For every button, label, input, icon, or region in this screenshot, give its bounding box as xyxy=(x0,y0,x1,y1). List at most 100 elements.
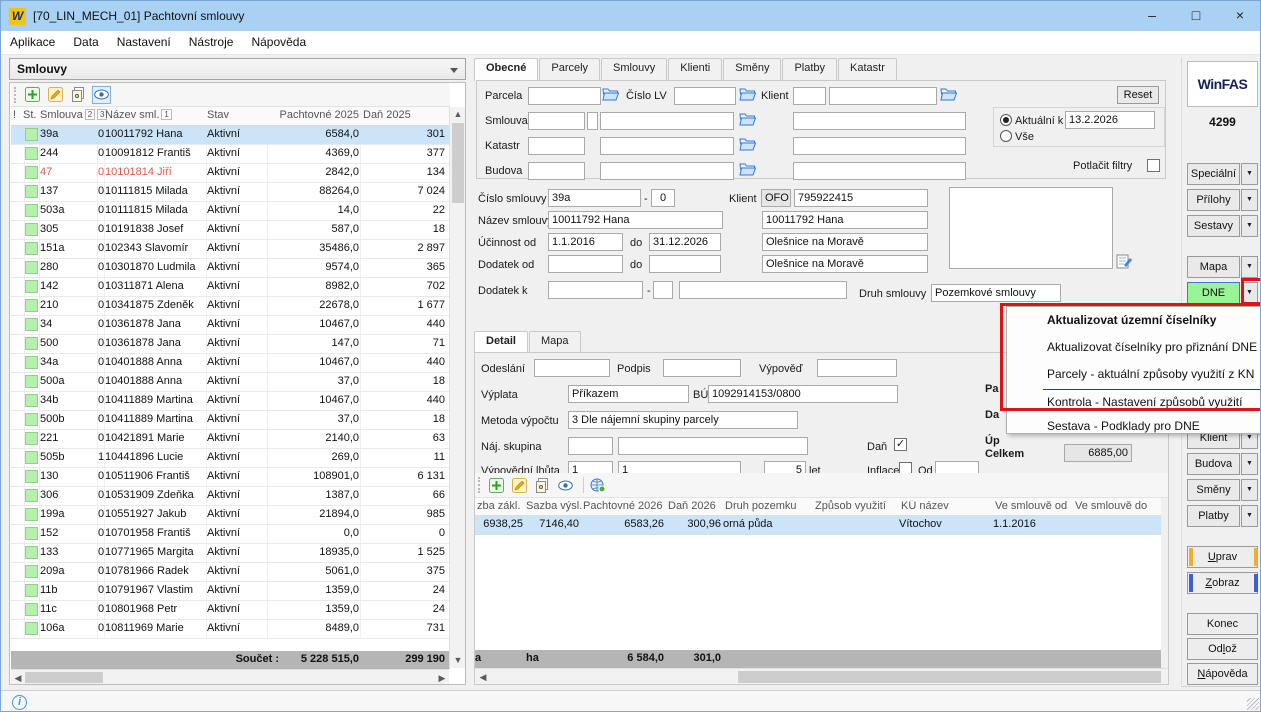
budova-folder-icon[interactable] xyxy=(739,162,756,177)
chevron-down-icon[interactable]: ▼ xyxy=(1241,215,1258,237)
edit-icon[interactable] xyxy=(46,86,65,104)
note-edit-icon[interactable] xyxy=(1116,253,1132,269)
view-icon[interactable] xyxy=(92,86,111,104)
klient-id-input[interactable]: 795922415 xyxy=(794,189,928,207)
chevron-down-icon[interactable]: ▼ xyxy=(1241,163,1258,185)
table-row[interactable]: 137010111815 MiladaAktivní88264,07 024 xyxy=(11,183,450,202)
tab-detail-mapa[interactable]: Mapa xyxy=(529,331,581,353)
smlouva-folder-icon[interactable] xyxy=(739,112,756,127)
table-row[interactable]: 500b010411889 MartinaAktivní37,018 xyxy=(11,411,450,430)
katastr-input-1[interactable] xyxy=(528,137,585,155)
dodatek-od-input[interactable] xyxy=(548,255,623,273)
chevron-down-icon[interactable]: ▼ xyxy=(1241,256,1258,278)
ucinnost-od-input[interactable]: 1.1.2016 xyxy=(548,233,623,251)
table-row[interactable]: 209a010781966 RadekAktivní5061,0375 xyxy=(11,563,450,582)
add-icon[interactable] xyxy=(487,476,506,494)
menu-item-4[interactable]: Sestava - Podklady pro DNE xyxy=(1007,419,1261,433)
sidebar-button-label[interactable]: Směny xyxy=(1187,479,1240,501)
table-row[interactable]: 47010101814 JiříAktivní2842,0134 xyxy=(11,164,450,183)
scroll-right-icon[interactable]: ▶ xyxy=(437,673,447,684)
tab-smny[interactable]: Směny xyxy=(723,58,781,80)
sidebar-button-label[interactable]: Sestavy xyxy=(1187,215,1240,237)
sidebar-button-label[interactable]: Speciální xyxy=(1187,163,1240,185)
adresa-field-2[interactable]: Olešnice na Moravě xyxy=(762,255,928,273)
chevron-down-icon[interactable]: ▼ xyxy=(1241,479,1258,501)
smlouva-input-2[interactable] xyxy=(587,112,598,130)
parcels-table-header[interactable]: zba zákl.Sazba výsl.Pachtovné 2026Daň 20… xyxy=(475,498,1161,516)
table-row[interactable]: 210010341875 ZdeněkAktivní22678,01 677 xyxy=(11,297,450,316)
adresa-field-1[interactable]: Olešnice na Moravě xyxy=(762,233,928,251)
scroll-up-icon[interactable]: ▲ xyxy=(450,109,466,119)
sidebar-budova-button[interactable]: Budova▼ xyxy=(1187,453,1258,475)
table-row[interactable]: 221010421891 MarieAktivní2140,063 xyxy=(11,430,450,449)
reset-button[interactable]: Reset xyxy=(1117,86,1159,104)
tab-detail-detail[interactable]: Detail xyxy=(474,331,528,354)
smlouva-right-input[interactable] xyxy=(793,112,966,130)
celkem-field[interactable]: 6885,00 xyxy=(1064,444,1132,462)
copy-icon[interactable] xyxy=(533,476,552,494)
contracts-table-header[interactable]: !St.Smlouva23Název sml.1StavPachtovné 20… xyxy=(11,107,450,126)
smlouva-input-1[interactable] xyxy=(528,112,585,130)
klient-nazev-field[interactable]: 10011792 Hana xyxy=(762,211,928,229)
add-icon[interactable] xyxy=(23,86,42,104)
aktualni-date-input[interactable]: 13.2.2026 xyxy=(1065,111,1155,129)
minimize-button[interactable]: – xyxy=(1130,1,1174,31)
view-selector-combobox[interactable]: Smlouvy xyxy=(9,58,466,80)
table-row[interactable]: 34a010401888 AnnaAktivní10467,0440 xyxy=(11,354,450,373)
tab-smlouvy[interactable]: Smlouvy xyxy=(601,58,667,80)
vypoved-input[interactable] xyxy=(817,359,897,377)
contract-note-textarea[interactable] xyxy=(949,187,1113,269)
sidebar-smny-button[interactable]: Směny▼ xyxy=(1187,479,1258,501)
parcela-folder-icon[interactable] xyxy=(602,87,619,102)
sidebar-button-label[interactable]: Mapa xyxy=(1187,256,1240,278)
sidebar-button-label[interactable]: Platby xyxy=(1187,505,1240,527)
table-row[interactable]: 500a010401888 AnnaAktivní37,018 xyxy=(11,373,450,392)
table-row[interactable]: 244010091812 FrantišAktivní4369,0377 xyxy=(11,145,450,164)
sidebar-mapa-button[interactable]: Mapa▼ xyxy=(1187,256,1258,278)
table-row[interactable]: 505b110441896 LucieAktivní269,011 xyxy=(11,449,450,468)
sidebar-odlo-button[interactable]: Odlož xyxy=(1187,638,1258,660)
sidebar-button-label[interactable]: Přílohy xyxy=(1187,189,1240,211)
tab-klienti[interactable]: Klienti xyxy=(668,58,722,80)
table-row[interactable]: 503a010111815 MiladaAktivní14,022 xyxy=(11,202,450,221)
resize-grip-icon[interactable] xyxy=(1247,698,1259,710)
table-row[interactable]: 133010771965 MargitaAktivní18935,01 525 xyxy=(11,544,450,563)
maximize-button[interactable]: □ xyxy=(1174,1,1218,31)
parcela-input[interactable] xyxy=(528,87,601,105)
menu-item-2[interactable]: Nastavení xyxy=(108,31,180,55)
chevron-down-icon[interactable]: ▼ xyxy=(1241,453,1258,475)
sidebar-plohy-button[interactable]: Přílohy▼ xyxy=(1187,189,1258,211)
table-row[interactable]: 130010511906 FrantišAktivní108901,06 131 xyxy=(11,468,450,487)
dodatek-k-suffix-input[interactable] xyxy=(653,281,673,299)
smlouva-input-3[interactable] xyxy=(600,112,734,130)
parcels-table-row[interactable]: 6938,257146,406583,26300,96orná půdaVíto… xyxy=(475,516,1161,535)
klient-folder-icon[interactable] xyxy=(940,87,957,102)
table-row[interactable]: 106a010811969 MarieAktivní8489,0731 xyxy=(11,620,450,639)
podpis-input[interactable] xyxy=(663,359,741,377)
bu-input[interactable]: 1092914153/0800 xyxy=(708,385,898,403)
cislo-smlouvy-suffix-input[interactable]: 0 xyxy=(651,189,675,207)
druh-smlouvy-input[interactable]: Pozemkové smlouvy xyxy=(931,284,1061,302)
menu-item-3[interactable]: Nástroje xyxy=(180,31,243,55)
table-row[interactable]: 39a010011792 HanaAktivní6584,0301 xyxy=(11,126,450,145)
dodatek-k-text-input[interactable] xyxy=(679,281,847,299)
cislo-smlouvy-input[interactable]: 39a xyxy=(548,189,641,207)
dodatek-do-input[interactable] xyxy=(649,255,721,273)
menu-item-0[interactable]: Aplikace xyxy=(1,31,64,55)
sidebar-button-label[interactable]: DNE xyxy=(1187,282,1240,304)
table-row[interactable]: 11c010801968 PetrAktivní1359,024 xyxy=(11,601,450,620)
table-row[interactable]: 280010301870 LudmilaAktivní9574,0365 xyxy=(11,259,450,278)
budova-right-input[interactable] xyxy=(793,162,966,180)
ucinnost-do-input[interactable]: 31.12.2026 xyxy=(649,233,721,251)
table-row[interactable]: 305010191838 JosefAktivní587,018 xyxy=(11,221,450,240)
katastr-right-input[interactable] xyxy=(793,137,966,155)
klient-typ-field[interactable]: OFO xyxy=(761,189,791,207)
table-row[interactable]: 152010701958 FrantišAktivní0,00 xyxy=(11,525,450,544)
menu-item-4[interactable]: Nápověda xyxy=(242,31,315,55)
katastr-folder-icon[interactable] xyxy=(739,137,756,152)
metoda-vypoctu-input[interactable]: 3 Dle nájemní skupiny parcely xyxy=(568,411,798,429)
table-row[interactable]: 306010531909 ZdeňkaAktivní1387,066 xyxy=(11,487,450,506)
contracts-horizontal-scrollbar[interactable]: ◀ ▶ xyxy=(11,669,449,684)
sidebar-uprav-button[interactable]: Uprav xyxy=(1187,546,1258,568)
cislo-lv-input[interactable] xyxy=(674,87,736,105)
